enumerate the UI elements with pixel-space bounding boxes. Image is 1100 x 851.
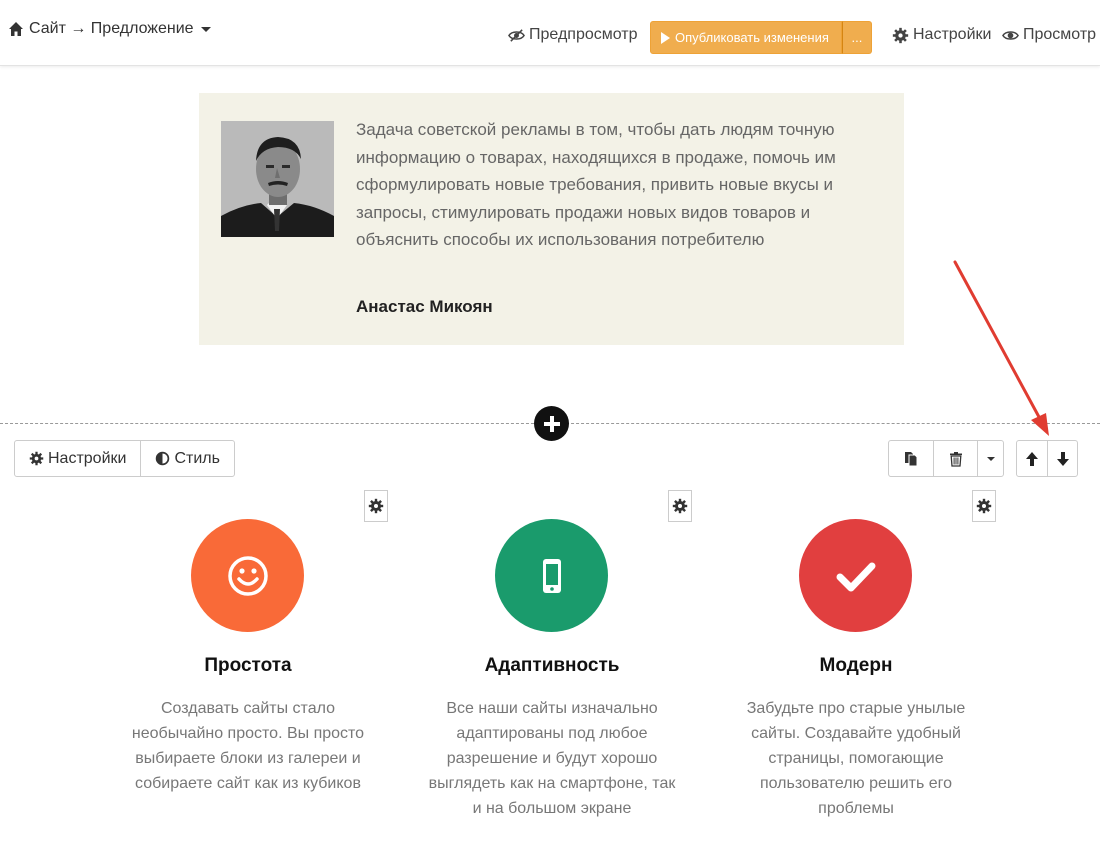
check-icon — [836, 562, 875, 591]
add-block-button[interactable] — [534, 406, 569, 441]
settings-label: Настройки — [913, 26, 992, 43]
block-style-label: Стиль — [174, 449, 220, 467]
chevron-down-icon — [200, 26, 211, 32]
quote-text: Задача советской рекламы в том, чтобы да… — [356, 120, 836, 250]
view-label: Просмотр — [1023, 26, 1097, 43]
gear-icon — [29, 451, 44, 466]
block-style-button[interactable]: Стиль — [140, 441, 234, 476]
block-settings-button[interactable]: Настройки — [15, 441, 140, 476]
feature-settings-button[interactable] — [972, 490, 996, 522]
publish-label: Опубликовать изменения — [675, 30, 829, 45]
copy-icon — [905, 451, 918, 466]
preview-label: Предпросмотр — [529, 26, 638, 43]
feature-settings-button[interactable] — [668, 490, 692, 522]
block-settings-label: Настройки — [48, 449, 127, 467]
author-portrait — [221, 121, 334, 237]
feature-settings-button[interactable] — [364, 490, 388, 522]
contrast-icon — [156, 451, 170, 466]
move-block-up-button[interactable] — [1017, 441, 1047, 476]
preview-link[interactable]: Предпросмотр — [508, 26, 638, 44]
feature-title: Модерн — [819, 655, 893, 676]
copy-block-button[interactable] — [889, 441, 933, 476]
top-toolbar: Сайт → Предложение Предпросмотр Опублико… — [0, 0, 1100, 66]
eye-icon — [1002, 30, 1019, 40]
quote-author: Анастас Микоян — [356, 297, 493, 316]
publish-button[interactable]: Опубликовать изменения — [650, 21, 842, 54]
feature-icon-circle — [191, 519, 304, 632]
feature-description: Все наши сайты изначально адаптированы п… — [428, 700, 676, 817]
feature-icon-circle — [799, 519, 912, 632]
breadcrumb-label: Сайт → Предложение — [29, 20, 194, 37]
mobile-icon — [542, 558, 561, 593]
delete-block-button[interactable] — [933, 441, 977, 476]
gear-icon — [892, 27, 909, 43]
eye-slash-icon — [508, 28, 525, 42]
feature-title: Простота — [204, 655, 292, 676]
move-block-down-button[interactable] — [1047, 441, 1077, 476]
feature-icon-circle — [495, 519, 608, 632]
feature-description: Забудьте про старые унылые сайты. Создав… — [746, 700, 966, 817]
arrow-down-icon — [1056, 451, 1069, 466]
block-settings-group: Настройки Стиль — [14, 440, 235, 477]
gear-icon — [976, 498, 992, 514]
trash-icon — [949, 451, 962, 467]
publish-more-button[interactable]: ... — [841, 21, 872, 54]
chevron-down-icon — [986, 456, 995, 461]
play-icon — [661, 31, 670, 44]
block-move-group — [1016, 440, 1078, 477]
publish-group: Опубликовать изменения ... — [650, 21, 872, 54]
block-actions-group — [888, 440, 1004, 477]
feature-title: Адаптивность — [484, 655, 620, 676]
arrow-up-icon — [1026, 451, 1038, 466]
settings-link[interactable]: Настройки — [892, 26, 991, 44]
quote-block: Задача советской рекламы в том, чтобы да… — [199, 93, 904, 345]
gear-icon — [368, 498, 384, 514]
plus-icon — [543, 415, 560, 432]
feature-description: Создавать сайты стало необычайно просто.… — [131, 700, 365, 792]
smile-icon — [227, 555, 268, 596]
view-link[interactable]: Просмотр — [1002, 26, 1096, 44]
gear-icon — [672, 498, 688, 514]
breadcrumb-dropdown[interactable]: Сайт → Предложение — [8, 20, 211, 38]
block-more-dropdown[interactable] — [977, 441, 1003, 476]
home-icon — [9, 22, 23, 36]
